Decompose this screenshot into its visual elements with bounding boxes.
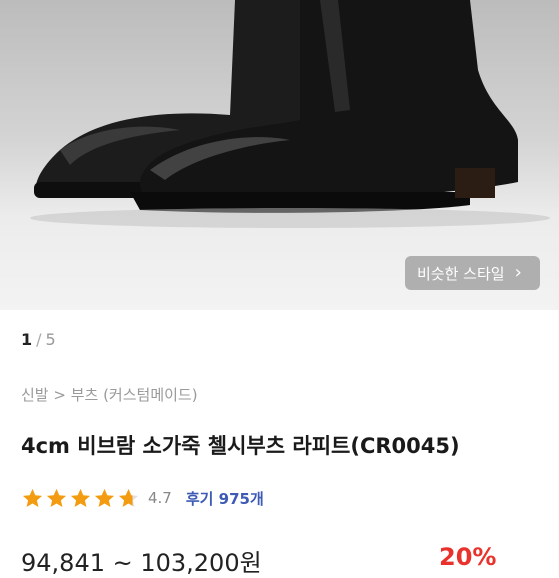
- star-rating: [21, 487, 140, 510]
- star-icon: [46, 488, 67, 507]
- pager-total: 5: [45, 330, 56, 349]
- image-pager: 1/5: [21, 330, 56, 349]
- rating-row: 4.7 후기 975개: [21, 485, 264, 511]
- reviews-link[interactable]: 후기 975개: [186, 488, 264, 509]
- star-icon: [70, 488, 91, 507]
- rating-score: 4.7: [148, 489, 172, 507]
- half-star-icon: [118, 488, 139, 507]
- star-icon: [94, 488, 115, 507]
- star-icon: [22, 488, 43, 507]
- discount-badge: 20%: [439, 543, 497, 571]
- breadcrumb[interactable]: 신발 > 부츠 (커스텀메이드): [21, 384, 198, 405]
- similar-style-button[interactable]: 비슷한 스타일 ›: [405, 256, 540, 290]
- pager-separator: /: [36, 330, 42, 349]
- chevron-right-icon: ›: [514, 262, 522, 283]
- similar-style-label: 비슷한 스타일: [417, 264, 505, 283]
- pager-current: 1: [21, 330, 33, 349]
- product-image-carousel[interactable]: 비슷한 스타일 ›: [0, 0, 559, 310]
- product-title: 4cm 비브람 소가죽 첼시부츠 라피트(CR0045): [21, 434, 460, 458]
- price-range: 94,841 ~ 103,200원: [21, 549, 262, 577]
- price-row: 94,841 ~ 103,200원 20%: [21, 543, 541, 577]
